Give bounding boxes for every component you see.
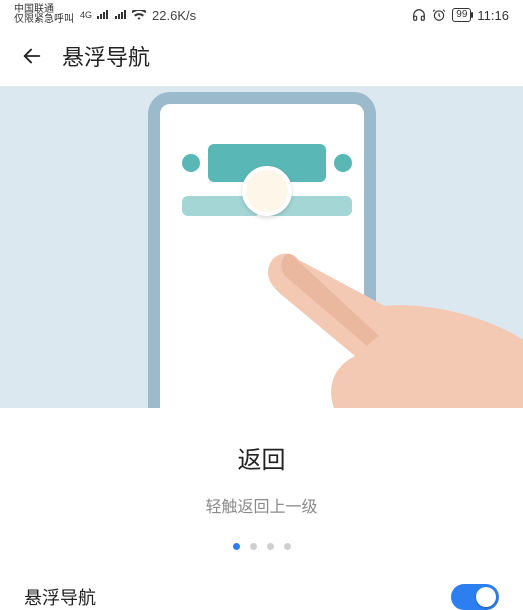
data-speed: 22.6K/s <box>152 8 196 23</box>
setting-label: 悬浮导航 <box>24 584 96 610</box>
alarm-icon <box>432 8 446 22</box>
back-button[interactable] <box>18 42 46 70</box>
status-right: 99 11:16 <box>412 8 509 23</box>
battery-indicator: 99 <box>452 8 471 22</box>
caption-area: 返回 轻触返回上一级 <box>0 408 523 550</box>
status-bar: 中国联通 仅限紧急呼叫 4G 22.6K/s 99 11:16 <box>0 0 523 28</box>
caption-subtitle: 轻触返回上一级 <box>0 493 523 517</box>
page-title: 悬浮导航 <box>62 40 150 72</box>
signal-icon-2 <box>114 10 128 20</box>
pager-dot <box>284 543 291 550</box>
pager-dot <box>267 543 274 550</box>
pager-dot <box>233 543 240 550</box>
tutorial-illustration[interactable] <box>0 86 523 408</box>
network-type: 4G <box>80 10 92 20</box>
page-header: 悬浮导航 <box>0 28 523 86</box>
floating-nav-button-icon <box>242 166 292 216</box>
pager-dot <box>250 543 257 550</box>
status-signal-icons: 4G <box>80 10 146 21</box>
ui-dot <box>334 154 352 172</box>
arrow-left-icon <box>21 45 43 67</box>
emergency-text: 仅限紧急呼叫 <box>14 15 74 26</box>
wifi-icon <box>132 10 146 21</box>
floating-nav-toggle[interactable] <box>451 584 499 610</box>
status-carrier-block: 中国联通 仅限紧急呼叫 <box>14 5 74 26</box>
signal-icon <box>96 10 110 20</box>
page-indicator[interactable] <box>0 543 523 550</box>
headphones-icon <box>412 8 426 22</box>
setting-row-floating-nav: 悬浮导航 <box>0 584 523 610</box>
clock-time: 11:16 <box>477 8 509 23</box>
ui-dot <box>182 154 200 172</box>
caption-title: 返回 <box>0 440 523 475</box>
toggle-knob <box>476 587 496 607</box>
hand-icon <box>235 246 523 408</box>
